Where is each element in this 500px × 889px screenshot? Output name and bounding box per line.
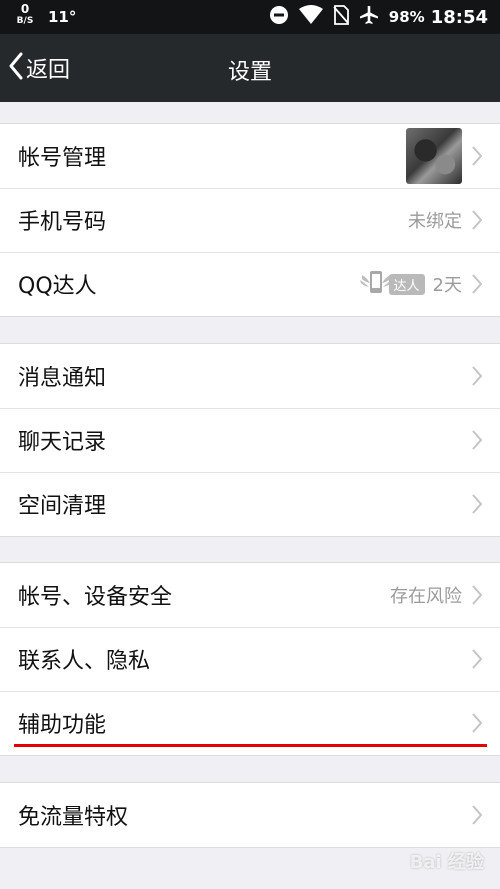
settings-group-security: 帐号、设备安全 存在风险 联系人、隐私 辅助功能 [0, 562, 500, 756]
chevron-right-icon [470, 804, 484, 826]
no-sim-icon [333, 5, 349, 29]
chevron-right-icon [470, 145, 484, 167]
chevron-right-icon [470, 493, 484, 515]
row-label: 帐号管理 [18, 146, 107, 171]
clock: 18:54 [430, 6, 488, 28]
row-label: 帐号、设备安全 [18, 585, 173, 610]
temperature: 11° [48, 8, 77, 26]
chevron-right-icon [470, 712, 484, 734]
net-speed-value: 0 [20, 2, 30, 16]
row-label: 消息通知 [18, 366, 107, 391]
row-value: 未绑定 [408, 211, 462, 232]
row-value: 存在风险 [390, 586, 462, 607]
highlight-underline [14, 744, 487, 747]
status-bar: 0 B/S 11° 98% 18:54 [0, 0, 500, 34]
net-speed: 0 B/S [14, 3, 36, 26]
row-label: 手机号码 [18, 210, 107, 235]
row-label: 免流量特权 [18, 805, 129, 830]
row-label: 聊天记录 [18, 430, 107, 455]
daren-badge-label: 达人 [388, 273, 425, 295]
chevron-right-icon [470, 365, 484, 387]
settings-group-data: 免流量特权 [0, 782, 500, 848]
row-phone-number[interactable]: 手机号码 未绑定 [0, 188, 500, 252]
chevron-right-icon [470, 429, 484, 451]
row-qq-daren[interactable]: QQ达人 达人 2天 [0, 252, 500, 316]
row-label: QQ达人 [18, 274, 97, 299]
net-speed-unit: B/S [16, 16, 34, 26]
winged-phone-icon [359, 269, 393, 299]
row-account-management[interactable]: 帐号管理 [0, 124, 500, 188]
chevron-right-icon [470, 584, 484, 606]
airplane-icon [359, 5, 379, 29]
row-account-device-security[interactable]: 帐号、设备安全 存在风险 [0, 563, 500, 627]
avatar [406, 128, 462, 184]
row-contacts-privacy[interactable]: 联系人、隐私 [0, 627, 500, 691]
dnd-icon [269, 5, 289, 29]
wifi-icon [298, 5, 323, 29]
settings-group-messages: 消息通知 聊天记录 空间清理 [0, 343, 500, 537]
chevron-right-icon [470, 273, 484, 295]
settings-group-account: 帐号管理 手机号码 未绑定 QQ达人 达人 2天 [0, 123, 500, 317]
row-label: 联系人、隐私 [18, 649, 151, 674]
row-notifications[interactable]: 消息通知 [0, 344, 500, 408]
chevron-right-icon [470, 209, 484, 231]
page-title: 设置 [227, 60, 272, 85]
row-value: 2天 [432, 275, 462, 296]
row-label: 空间清理 [18, 494, 107, 519]
nav-bar: 返回 设置 [0, 34, 500, 102]
row-storage-cleanup[interactable]: 空间清理 [0, 472, 500, 536]
row-label: 辅助功能 [18, 713, 107, 738]
daren-badge: 达人 [359, 269, 425, 299]
row-free-data-privilege[interactable]: 免流量特权 [0, 783, 500, 847]
chevron-right-icon [470, 648, 484, 670]
battery-level: 98% [388, 8, 425, 26]
row-chat-history[interactable]: 聊天记录 [0, 408, 500, 472]
watermark: Bai 经验 [409, 852, 484, 873]
